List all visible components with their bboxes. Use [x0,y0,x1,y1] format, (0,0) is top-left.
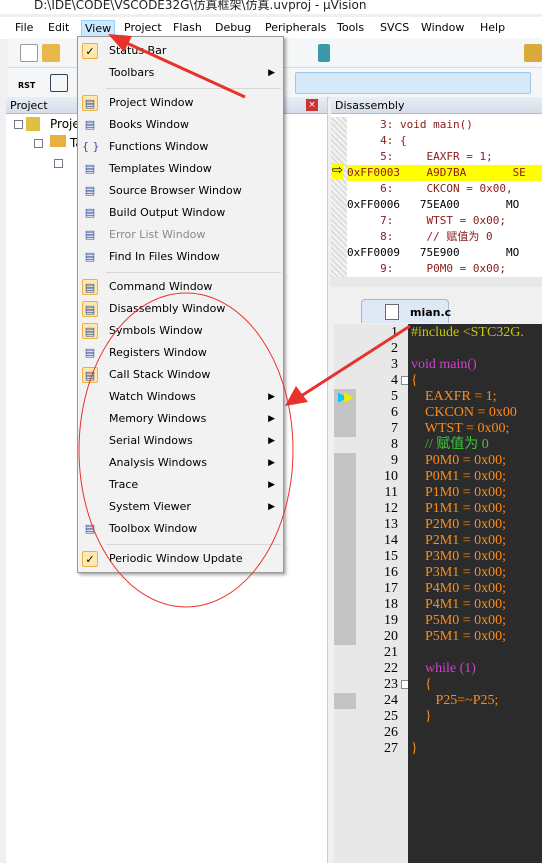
annotation-arrow-editor [297,324,411,400]
annotation-arrow-view [119,38,246,99]
annotation-ellipse [78,292,294,608]
annotation-overlay [78,34,411,608]
arrow-head [108,34,132,52]
arrow-head [285,386,308,406]
